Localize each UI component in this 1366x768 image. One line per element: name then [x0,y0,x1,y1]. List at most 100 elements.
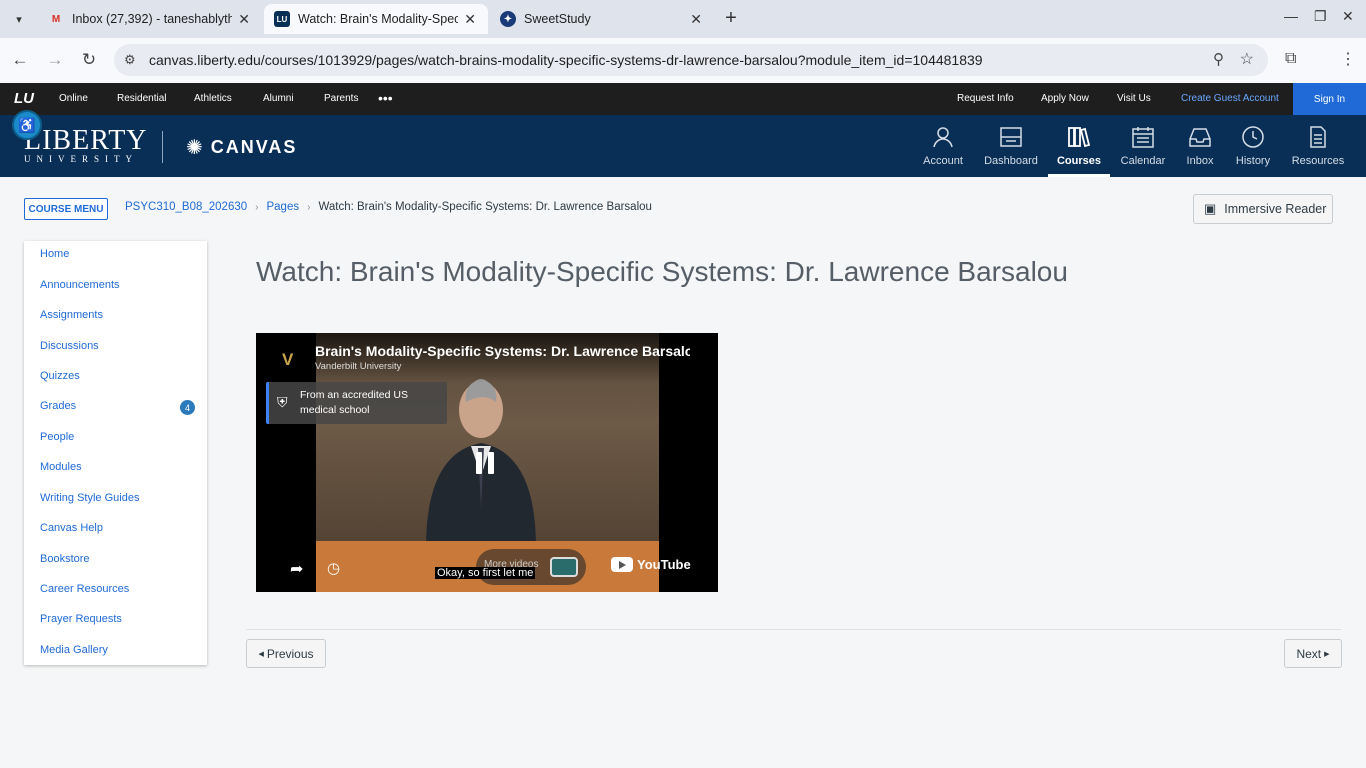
breadcrumb-pages[interactable]: Pages [266,201,299,213]
next-button[interactable]: Next ▶ [1284,639,1342,668]
zoom-icon[interactable]: ⚲ [1213,50,1224,68]
bookmark-star-icon[interactable]: ☆ [1240,49,1254,69]
inbox-icon [1189,128,1211,147]
link-alumni[interactable]: Alumni [263,93,294,104]
sign-in-button[interactable]: Sign In [1293,83,1366,115]
tab-title: SweetStudy [524,12,591,26]
breadcrumb: PSYC310_B08_202630 › Pages › Watch: Brain's … [125,201,652,213]
video-caption: Okay, so first let me [435,567,536,579]
lu-logo[interactable]: LU [14,90,34,107]
previous-button[interactable]: ◀ Previous [246,639,326,668]
global-nav-account[interactable]: Account [912,115,974,177]
video-title[interactable]: Brain's Modality-Specific Systems: Dr. L… [315,343,690,359]
close-tab-icon[interactable]: ✕ [464,11,476,28]
watch-later-icon[interactable]: ◷ [327,559,340,577]
next-label: Next [1296,646,1322,661]
tab-title: Watch: Brain's Modality-Specific [298,12,458,26]
liberty-university-logo[interactable]: LIBERTY UNIVERSITY [24,127,148,165]
youtube-video-player[interactable]: V Brain's Modality-Specific Systems: Dr.… [256,333,718,592]
youtube-logo[interactable]: YouTube [611,557,691,572]
course-nav-bookstore[interactable]: Bookstore [40,553,90,565]
channel-logo[interactable]: V [282,350,293,370]
tab-canvas-page[interactable]: LU Watch: Brain's Modality-Specific ✕ [264,4,488,34]
global-nav-courses[interactable]: Courses [1048,115,1110,177]
course-nav-quizzes[interactable]: Quizzes [40,370,80,382]
account-icon [933,127,953,148]
canvas-logo[interactable]: ✺ CANVAS [186,135,297,160]
global-nav-history[interactable]: History [1222,115,1284,177]
global-nav-label: Resources [1291,155,1345,167]
global-nav-label: Account [923,155,963,167]
global-nav-label: Calendar [1120,155,1166,167]
chevron-right-icon: › [307,202,311,213]
new-tab-button[interactable]: + [720,8,742,28]
immersive-reader-button[interactable]: ▣ Immersive Reader [1193,194,1333,224]
canvas-logo-text: CANVAS [210,137,298,157]
course-nav-assignments[interactable]: Assignments [40,309,103,321]
link-visit-us[interactable]: Visit Us [1117,93,1151,104]
site-info-icon[interactable]: ⚙ [124,52,136,68]
course-nav-media-gallery[interactable]: Media Gallery [40,644,108,656]
tab-sweetstudy[interactable]: ✦ SweetStudy ✕ [490,4,714,34]
minimize-icon[interactable]: — [1284,8,1298,24]
extensions-icon[interactable]: ⧉ [1285,50,1296,68]
reload-icon[interactable]: ↻ [78,50,100,70]
share-icon[interactable]: ➦ [290,559,303,579]
pause-icon[interactable] [476,452,496,474]
course-nav-modules[interactable]: Modules [40,461,82,473]
course-nav-people[interactable]: People [40,431,74,443]
brand-bottom: UNIVERSITY [24,154,138,164]
tab-search-button[interactable]: ▾ [8,8,30,30]
link-residential[interactable]: Residential [117,93,166,104]
previous-label: Previous [266,646,314,661]
breadcrumb-course[interactable]: PSYC310_B08_202630 [125,201,247,213]
accessibility-widget-icon[interactable]: ♿ [12,110,42,140]
global-nav-label: History [1235,155,1271,167]
youtube-wordmark: YouTube [637,557,691,572]
canvas-logo-icon: ✺ [186,137,203,159]
link-athletics[interactable]: Athletics [194,93,232,104]
shield-plus-icon: ⛨ [277,394,288,410]
course-nav-canvas-help[interactable]: Canvas Help [40,522,103,534]
link-apply-now[interactable]: Apply Now [1041,93,1089,104]
global-nav-label: Courses [1056,155,1102,167]
course-nav-home[interactable]: Home [40,248,69,260]
global-nav-resources[interactable]: Resources [1287,115,1349,177]
gmail-icon: M [51,13,61,25]
liberty-icon: LU [274,11,290,27]
history-icon [1242,126,1264,148]
close-tab-icon[interactable]: ✕ [238,11,250,28]
resources-icon [1310,126,1326,148]
divider [246,629,1341,630]
global-nav-label: Dashboard [984,155,1038,167]
close-window-icon[interactable]: ✕ [1342,8,1354,25]
course-nav-prayer-requests[interactable]: Prayer Requests [40,613,122,625]
link-request-info[interactable]: Request Info [957,93,1014,104]
course-nav-announcements[interactable]: Announcements [40,279,120,291]
close-tab-icon[interactable]: ✕ [690,11,702,28]
forward-icon[interactable]: → [44,50,66,70]
link-create-guest-account[interactable]: Create Guest Account [1181,93,1279,104]
youtube-play-icon [611,557,633,572]
back-icon[interactable]: ← [9,50,31,70]
more-links-icon[interactable]: ••• [378,90,393,106]
url-text[interactable]: canvas.liberty.edu/courses/1013929/pages… [149,52,983,68]
global-nav-dashboard[interactable]: Dashboard [980,115,1042,177]
tab-gmail[interactable]: M Inbox (27,392) - taneshablythe ✕ [38,4,262,34]
course-nav-discussions[interactable]: Discussions [40,340,99,352]
course-navigation: Home Announcements Assignments Discussio… [24,241,207,665]
course-nav-grades[interactable]: Grades [40,400,76,412]
health-source-notice[interactable]: ⛨ From an accredited US medical school [266,382,447,424]
omnibox[interactable]: ⚙ canvas.liberty.edu/courses/1013929/pag… [114,44,1268,76]
link-online[interactable]: Online [59,93,88,104]
page-title: Watch: Brain's Modality-Specific Systems… [256,256,1068,287]
link-parents[interactable]: Parents [324,93,358,104]
course-nav-career-resources[interactable]: Career Resources [40,583,129,595]
course-nav-writing-style-guides[interactable]: Writing Style Guides [40,492,139,504]
global-nav-calendar[interactable]: Calendar [1112,115,1174,177]
browser-menu-icon[interactable]: ⋮ [1340,49,1356,69]
course-menu-button[interactable]: COURSE MENU [24,198,108,220]
video-channel[interactable]: Vanderbilt University [315,361,401,372]
maximize-icon[interactable]: ❐ [1314,8,1327,25]
sweetstudy-icon: ✦ [500,11,516,27]
